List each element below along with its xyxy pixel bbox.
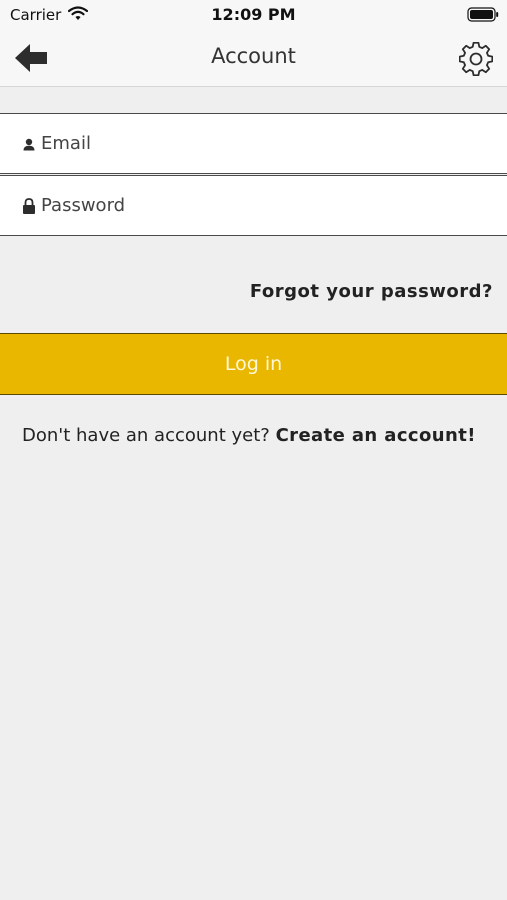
status-time: 12:09 PM: [211, 5, 296, 24]
email-input[interactable]: [41, 114, 491, 173]
password-input[interactable]: [41, 176, 491, 235]
status-bar: Carrier 12:09 PM: [0, 0, 507, 30]
signup-prompt: Don't have an account yet?: [22, 425, 270, 446]
lock-icon: [23, 198, 35, 214]
page-title: Account: [211, 44, 296, 68]
login-button[interactable]: Log in: [0, 333, 507, 395]
email-field-row: [0, 113, 507, 174]
gear-icon[interactable]: [459, 42, 493, 76]
forgot-password-link[interactable]: Forgot your password?: [250, 281, 493, 302]
battery-icon: [467, 7, 499, 22]
password-field-row: [0, 175, 507, 236]
navigation-bar: Account: [0, 30, 507, 87]
signup-row: Don't have an account yet? Create an acc…: [22, 425, 476, 446]
create-account-link[interactable]: Create an account!: [276, 425, 476, 446]
person-icon: [23, 138, 35, 151]
